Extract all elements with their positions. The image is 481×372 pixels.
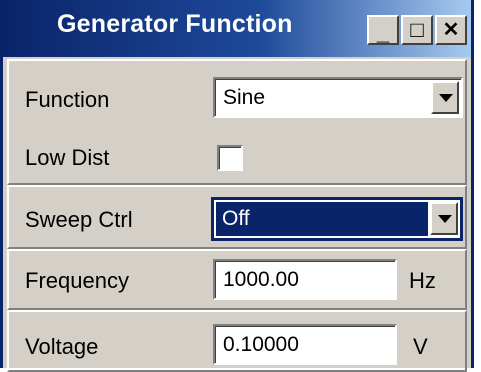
generator-function-window: Generator Function _ □ ✕ Function Sine L… [0,0,474,372]
chevron-down-icon [438,215,452,223]
close-icon: ✕ [442,19,460,41]
function-section: Function Sine Low Dist [7,59,467,185]
frequency-label: Frequency [25,268,129,293]
function-label: Function [25,87,110,112]
maximize-button[interactable]: □ [401,15,433,45]
frequency-input[interactable]: 1000.00 [213,259,397,300]
voltage-input[interactable]: 0.10000 [213,324,397,365]
title-bar[interactable]: Generator Function _ □ ✕ [3,0,471,57]
sweep-ctrl-dropdown-button[interactable] [430,202,458,235]
function-select[interactable]: Sine [213,77,463,118]
frequency-unit: Hz [409,268,436,293]
frequency-value: 1000.00 [223,268,299,291]
voltage-section: Voltage 0.10000 V [7,310,467,372]
frequency-section: Frequency 1000.00 Hz [7,249,467,310]
maximize-icon: □ [410,17,424,42]
chevron-down-icon [439,94,453,102]
sweep-ctrl-value: Off [222,207,250,230]
voltage-value: 0.10000 [223,333,299,356]
minimize-icon: _ [376,20,390,45]
sweep-ctrl-label: Sweep Ctrl [25,207,133,232]
close-button[interactable]: ✕ [435,15,467,45]
function-dropdown-button[interactable] [431,81,459,114]
function-value: Sine [223,86,266,109]
window-title: Generator Function [57,10,293,38]
voltage-unit: V [413,334,428,359]
low-dist-checkbox[interactable] [217,145,243,171]
low-dist-label: Low Dist [25,145,110,170]
minimize-button[interactable]: _ [367,15,399,45]
sweep-section: Sweep Ctrl Off [7,185,467,249]
voltage-label: Voltage [25,334,99,359]
sweep-ctrl-select[interactable]: Off [211,197,463,241]
